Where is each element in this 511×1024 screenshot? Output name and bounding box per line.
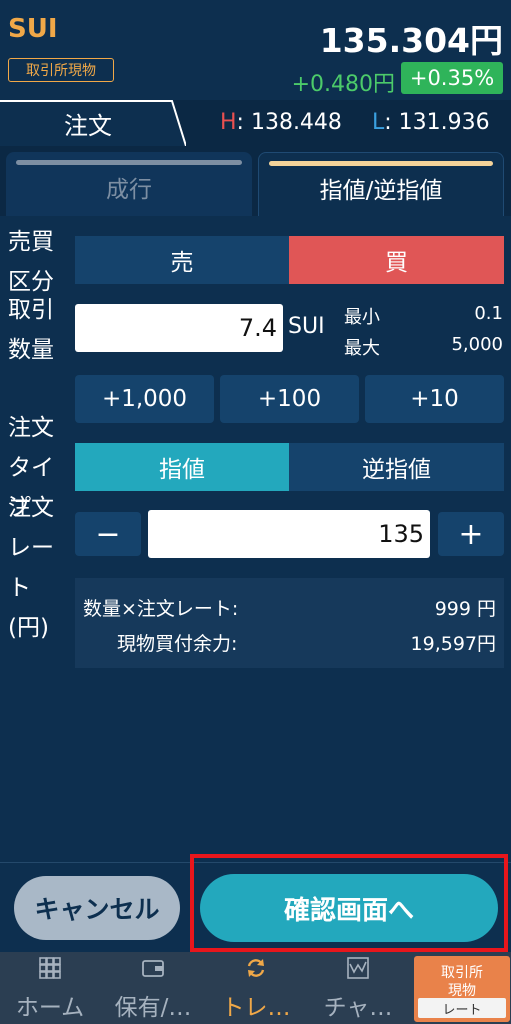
rate-badge-line2: 現物 bbox=[448, 983, 476, 999]
sell-button[interactable]: 売 bbox=[75, 236, 289, 284]
stop-button[interactable]: 逆指値 bbox=[289, 443, 504, 491]
add-10-button[interactable]: +10 bbox=[365, 375, 504, 423]
rate-badge-line1: 取引所 bbox=[441, 965, 483, 981]
add-100-button[interactable]: +100 bbox=[220, 375, 359, 423]
rate-badge-line3: レート bbox=[418, 998, 506, 1018]
amount-label: 数量×注文レート: bbox=[83, 598, 239, 620]
limit-button[interactable]: 指値 bbox=[75, 443, 289, 491]
nav-holdings[interactable]: 保有/… bbox=[102, 952, 204, 1024]
amount-value: 999 円 bbox=[434, 598, 496, 620]
order-type-tabs: 成行 指値/逆指値 bbox=[0, 146, 511, 216]
symbol: SUI bbox=[8, 14, 58, 44]
tab-indicator bbox=[269, 161, 493, 166]
refresh-icon bbox=[247, 959, 265, 977]
order-kind-selector: 指値 逆指値 bbox=[75, 443, 504, 491]
nav-trade-label: トレ… bbox=[221, 995, 291, 1021]
tab-limit-order[interactable]: 指値/逆指値 bbox=[258, 152, 504, 216]
balance-label: 現物買付余力: bbox=[117, 633, 238, 655]
low-price: L: 131.936 bbox=[372, 110, 490, 135]
low-value: : 131.936 bbox=[384, 110, 490, 135]
balance-value: 19,597円 bbox=[410, 633, 496, 655]
order-rate-label: 注文レート(円) bbox=[8, 495, 54, 641]
high-price: H: 138.448 bbox=[220, 110, 342, 135]
add-1000-button[interactable]: +1,000 bbox=[75, 375, 214, 423]
rate-badge-button[interactable]: 取引所 現物 レート bbox=[414, 956, 510, 1022]
quantity-label: 取引数量 bbox=[8, 297, 54, 363]
min-value: 0.1 bbox=[474, 303, 503, 324]
chart-icon bbox=[347, 957, 369, 979]
nav-home-label: ホーム bbox=[15, 995, 85, 1021]
order-summary: 数量×注文レート: 999 円 現物買付余力: 19,597円 bbox=[75, 578, 504, 668]
change-percent: +0.35% bbox=[401, 62, 503, 94]
current-price: 135.304円 bbox=[319, 21, 503, 60]
cancel-button[interactable]: キャンセル bbox=[14, 876, 180, 940]
tab-market-label: 成行 bbox=[106, 177, 152, 203]
max-value: 5,000 bbox=[451, 334, 503, 355]
min-label: 最小 bbox=[344, 307, 380, 328]
rate-decrement-button[interactable]: − bbox=[75, 512, 141, 556]
tab-order-label: 注文 bbox=[64, 111, 112, 140]
side-selector: 売 買 bbox=[75, 236, 504, 284]
nav-home[interactable]: ホーム bbox=[0, 952, 100, 1024]
nav-chart-label: チャ… bbox=[323, 995, 393, 1021]
tab-indicator bbox=[16, 160, 242, 165]
nav-chart[interactable]: チャ… bbox=[308, 952, 408, 1024]
rate-input[interactable]: 135 bbox=[148, 510, 430, 558]
header: SUI 取引所現物 135.304円 +0.480円 +0.35% bbox=[0, 0, 511, 100]
quantity-input[interactable]: 7.4 bbox=[75, 304, 283, 352]
nav-holdings-label: 保有/… bbox=[114, 995, 192, 1021]
high-letter: H bbox=[220, 110, 237, 135]
nav-trade[interactable]: トレ… bbox=[206, 952, 306, 1024]
tab-market-order[interactable]: 成行 bbox=[6, 152, 252, 216]
rate-increment-button[interactable]: + bbox=[438, 512, 504, 556]
max-label: 最大 bbox=[344, 338, 380, 359]
quantity-unit: SUI bbox=[288, 314, 325, 339]
buy-button[interactable]: 買 bbox=[289, 236, 504, 284]
wallet-icon bbox=[142, 960, 164, 977]
tab-limit-label: 指値/逆指値 bbox=[319, 177, 443, 204]
market-badge: 取引所現物 bbox=[8, 58, 114, 82]
grid-icon bbox=[39, 957, 61, 979]
change-amount: +0.480円 bbox=[291, 72, 395, 97]
high-value: : 138.448 bbox=[236, 110, 342, 135]
low-letter: L bbox=[372, 110, 385, 135]
confirm-button[interactable]: 確認画面へ bbox=[200, 874, 498, 942]
